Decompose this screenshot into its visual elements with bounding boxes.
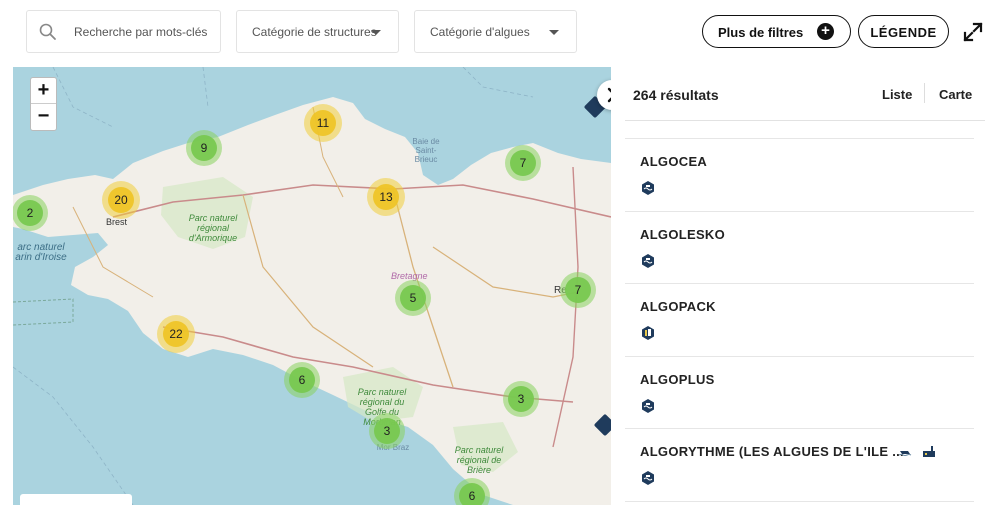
cluster-count: 9 [191,135,217,161]
chevron-down-icon [549,30,559,35]
search-input[interactable]: Recherche par mots-clés [26,10,221,53]
cluster-count: 22 [163,321,189,347]
factory-icon [923,446,935,457]
map-label-iroise: arc naturel arin d'Iroise [15,242,67,263]
item-name: ALGOPACK [640,299,716,314]
map-label-briere: Parc naturel régional de Brière [454,445,504,475]
map-cluster[interactable]: 5 [395,280,431,316]
zoom-out-button[interactable]: − [31,104,56,130]
cluster-count: 11 [310,110,336,136]
filter-bar: Recherche par mots-clés Catégorie de str… [0,0,985,67]
cluster-count: 3 [508,386,534,412]
map-cluster[interactable]: 13 [367,178,405,216]
cluster-count: 6 [459,483,485,505]
results-panel: 264 résultats Liste Carte ALGOCEA ALGOLE… [611,67,985,505]
list-item[interactable]: ALGORYTHME (LES ALGUES DE L'ILE ... [625,429,974,502]
structure-category-select[interactable]: Catégorie de structures [236,10,399,53]
map-cluster[interactable]: 6 [284,362,320,398]
zoom-control: + − [30,77,57,131]
more-filters-button[interactable]: Plus de filtres + [702,15,851,48]
results-list: ALGOCEA ALGOLESKO ALGOPACK ALGOPLUS ALGO… [625,121,974,502]
algae-category-label: Catégorie d'algues [430,25,530,39]
list-view-tab[interactable]: Liste [882,87,912,102]
processing-icon [642,326,654,340]
map-view[interactable]: + − Baie de Saint-Brieuc Parc naturel ré… [13,67,611,505]
chevron-down-icon [371,30,381,35]
cluster-count: 7 [565,277,591,303]
cluster-count: 20 [108,187,134,213]
list-item[interactable]: ALGOLESKO [625,212,974,284]
map-cluster[interactable]: 3 [369,413,405,449]
item-name: ALGOPLUS [640,371,715,387]
map-label-baie: Baie de Saint-Brieuc [412,137,440,164]
cluster-count: 2 [17,200,43,226]
zoom-in-button[interactable]: + [31,78,56,104]
seaweed-harvest-icon [642,471,654,485]
list-item[interactable]: ALGOPLUS [625,357,974,429]
map-cluster[interactable]: 7 [505,145,541,181]
cluster-count: 3 [374,418,400,444]
boat-icon [898,451,912,456]
map-cluster[interactable]: 7 [560,272,596,308]
view-divider [924,83,925,103]
plus-icon: + [817,23,834,40]
map-label-armorique: Parc naturel régional d'Armorique [188,213,238,243]
item-name: ALGOLESKO [640,226,726,242]
more-filters-label: Plus de filtres [718,25,804,40]
map-view-tab[interactable]: Carte [939,87,972,102]
search-placeholder: Recherche par mots-clés [74,25,208,39]
seaweed-harvest-icon [642,253,654,268]
cluster-count: 13 [373,184,399,210]
legend-button[interactable]: LÉGENDE [858,15,949,48]
map-attribution-box [20,494,132,505]
expand-icon[interactable] [963,22,983,42]
map-cluster[interactable]: 22 [157,315,195,353]
results-count: 264 résultats [633,87,719,103]
algae-category-select[interactable]: Catégorie d'algues [414,10,577,53]
map-cluster[interactable]: 2 [13,195,48,231]
seaweed-harvest-icon [642,181,654,195]
map-cluster[interactable]: 9 [186,130,222,166]
item-name: ALGOCEA [640,154,708,169]
map-cluster[interactable]: 20 [102,181,140,219]
list-item-partial[interactable] [625,121,974,139]
legend-label: LÉGENDE [870,25,937,40]
search-icon [39,23,56,40]
structure-category-label: Catégorie de structures [252,25,377,39]
cluster-count: 7 [510,150,536,176]
cluster-count: 6 [289,367,315,393]
seaweed-harvest-icon [642,398,654,413]
cluster-count: 5 [400,285,426,311]
item-name: ALGORYTHME (LES ALGUES DE L'ILE ... [640,444,904,459]
list-item[interactable]: ALGOPACK [625,284,974,357]
map-cluster[interactable]: 3 [503,381,539,417]
map-cluster[interactable]: 11 [304,104,342,142]
list-item[interactable]: ALGOCEA [625,139,974,212]
